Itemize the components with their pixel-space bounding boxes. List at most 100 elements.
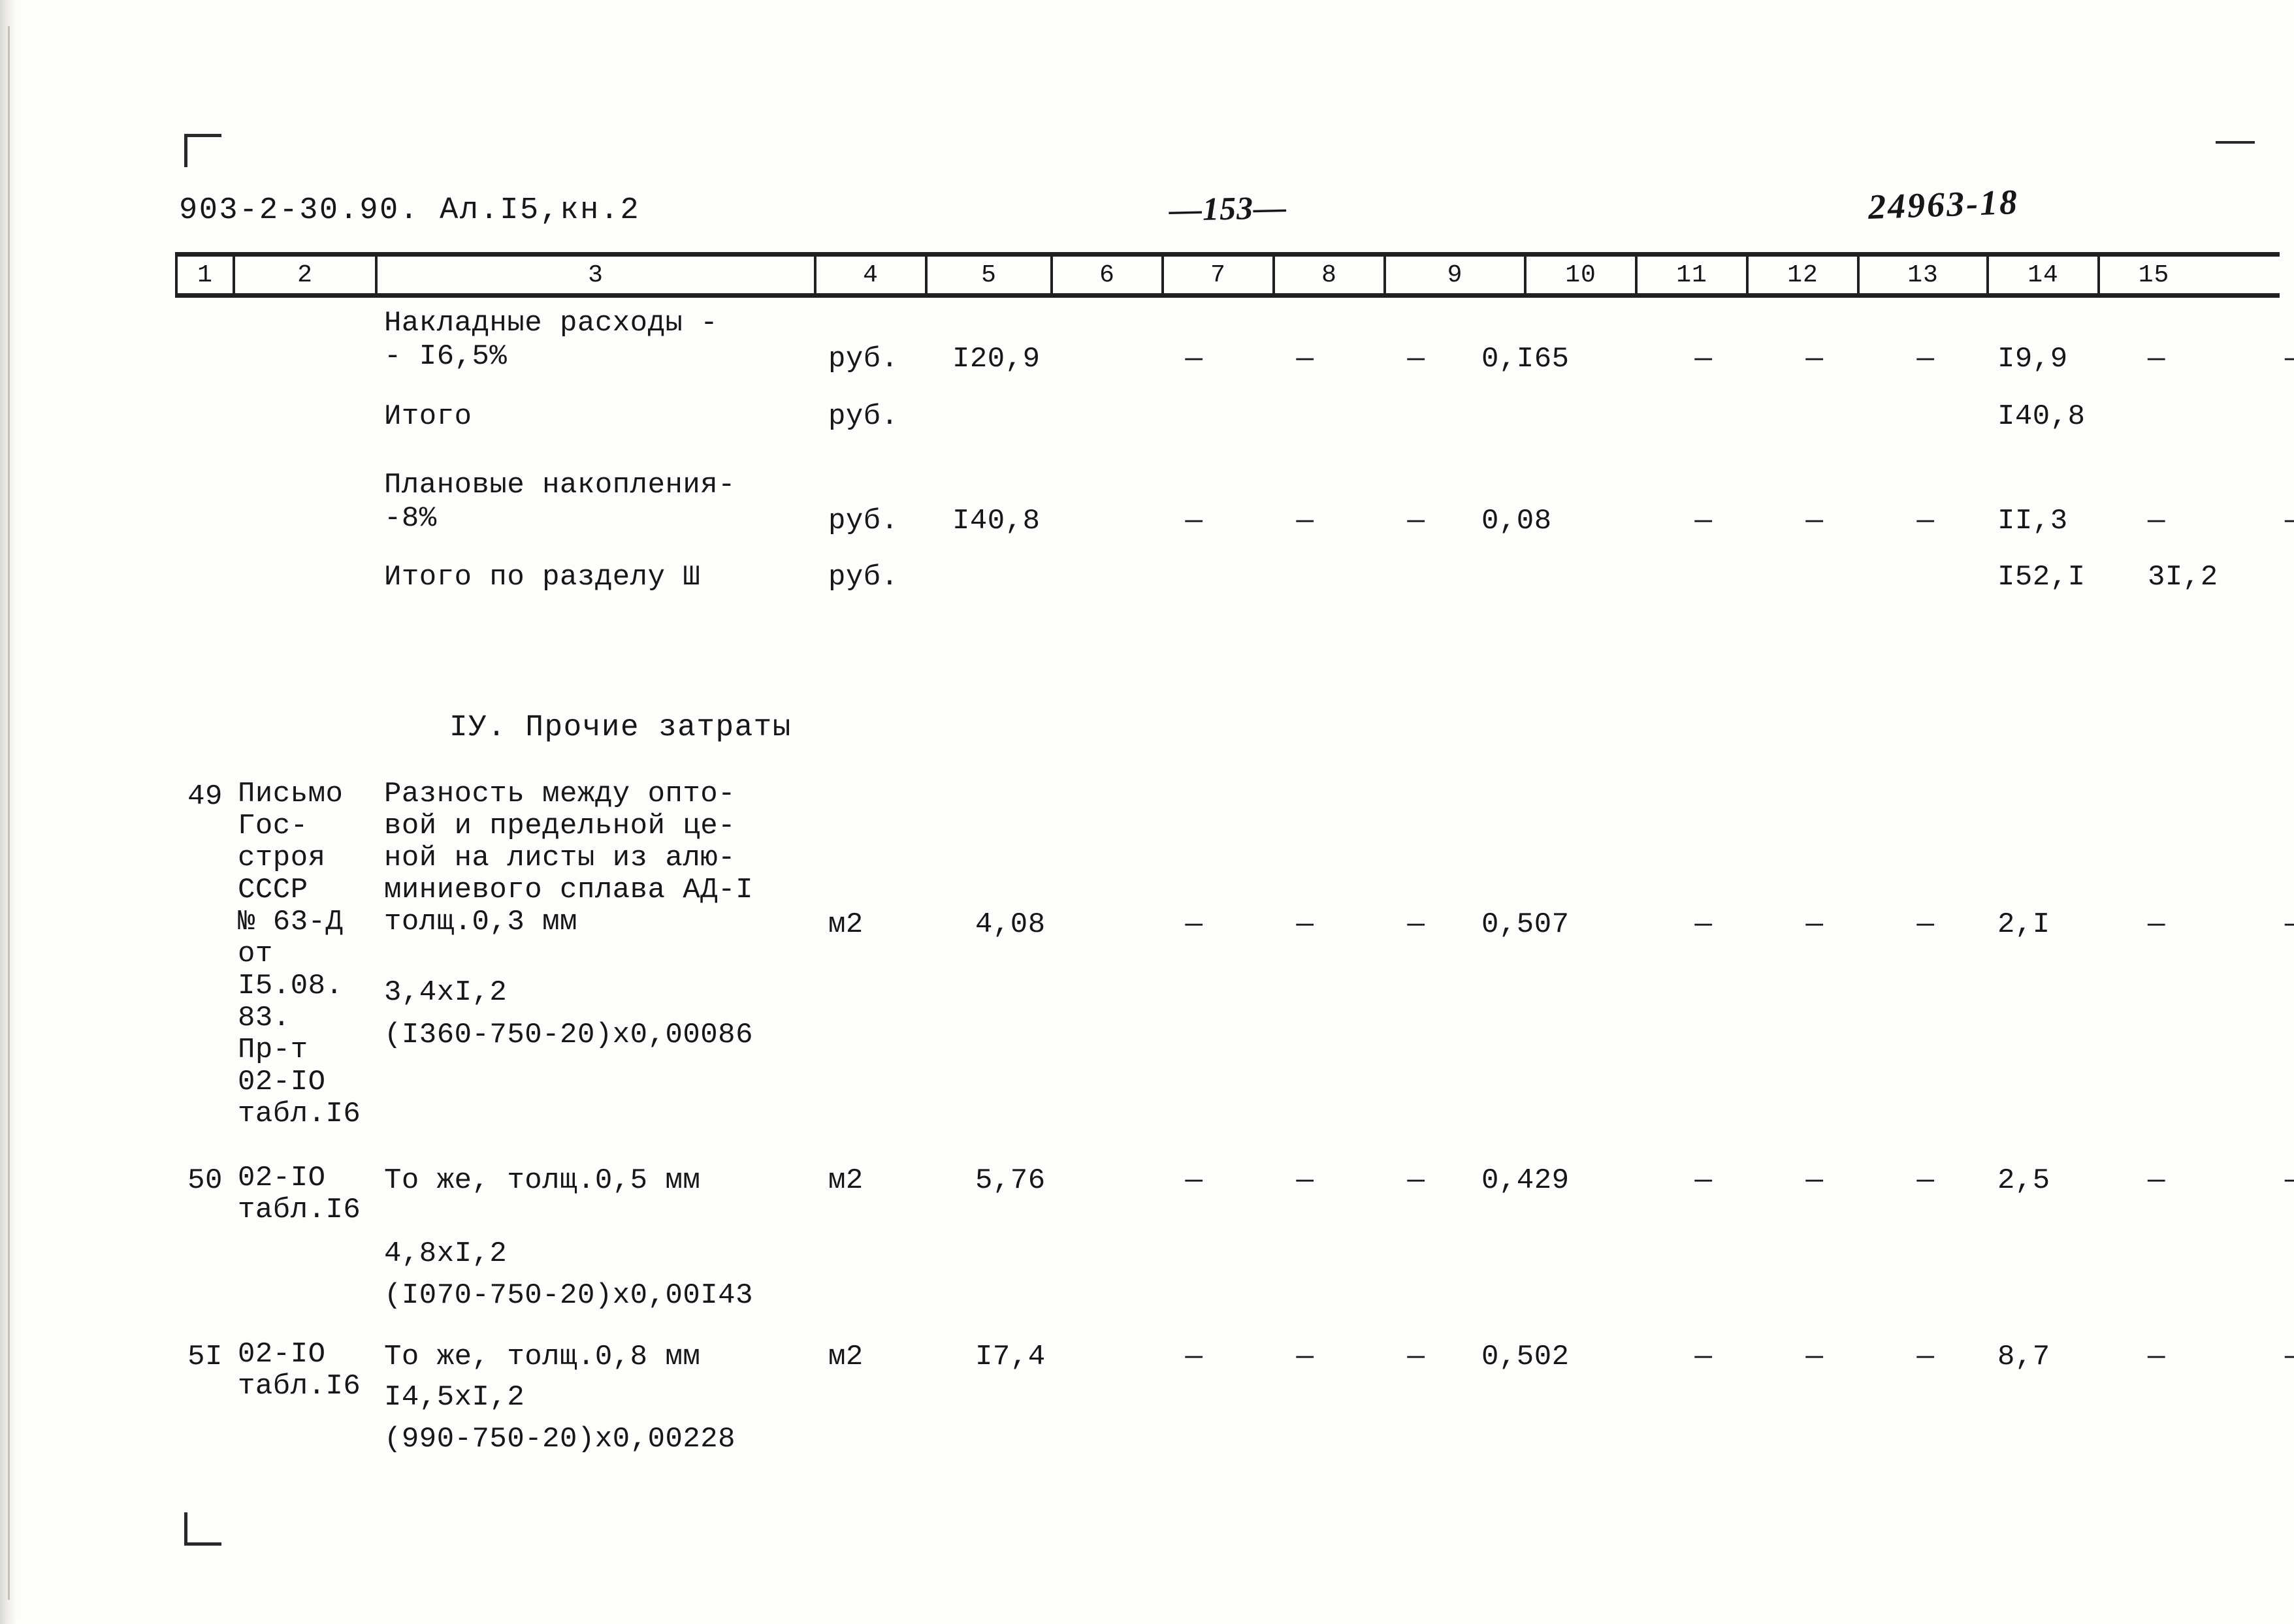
column-header-15: 15: [2138, 261, 2170, 289]
crop-mark-bottom-left: [184, 1512, 221, 1546]
cell-col9: 0,08: [1481, 505, 1552, 537]
cell-col10: —: [1694, 1164, 1713, 1197]
cell-col8: —: [1407, 1341, 1425, 1373]
document-page: 903-2-30.90. Ал.I5,кн.2 —153— 24963-18 1…: [0, 0, 2294, 1624]
column-header-11: 11: [1638, 257, 1749, 293]
column-header-10: 10: [1527, 257, 1638, 293]
cell-col6: —: [1185, 1164, 1203, 1197]
table-row: 49 Письмо Гос- строя СССР № 63-Д от I5.0…: [175, 778, 2294, 1162]
cell-col10: —: [1694, 505, 1713, 537]
column-header-2: 2: [235, 257, 378, 293]
cell-unit: руб.: [828, 343, 899, 375]
cell-col15: —: [2285, 503, 2294, 539]
cell-col14: —: [2148, 1164, 2165, 1197]
cell-col7: —: [1296, 1164, 1314, 1197]
cell-col13: I52,I: [1997, 561, 2086, 594]
cell-col14: —: [2148, 343, 2165, 375]
cell-calc-line-2: (990-750-20)x0,00228: [384, 1423, 736, 1456]
cell-col5: I7,4: [975, 1341, 1046, 1373]
cell-col15-fraction: 3,8 I,2: [2285, 556, 2294, 916]
cell-description: То же, толщ.0,5 мм: [384, 1164, 701, 1197]
table-body: Накладные расходы - - I6,5% руб. I20,9 —…: [175, 307, 2294, 1508]
cell-col13: I9,9: [1997, 343, 2068, 375]
cell-reference: 02-IO табл.I6: [238, 1162, 361, 1226]
crop-mark-top-right: [2216, 141, 2255, 144]
cell-col15: —: [2285, 1162, 2294, 1199]
cell-description: Плановые накопления- -8%: [384, 469, 736, 535]
cell-col7: —: [1296, 343, 1314, 375]
section-heading: IУ. Прочие затраты: [449, 710, 792, 744]
cell-calc-line-1: 3,4xI,2: [384, 976, 508, 1009]
table-row: Итого по разделу Ш руб. I52,I 3I,2 3,8 I…: [175, 559, 2285, 677]
cell-col12: —: [1916, 1341, 1935, 1373]
cell-col8: —: [1407, 1164, 1425, 1197]
cell-col12: —: [1916, 343, 1935, 375]
cell-col5: I40,8: [952, 505, 1041, 537]
column-header-3: 3: [378, 257, 816, 293]
cell-col14: —: [2148, 1341, 2165, 1373]
cell-unit: руб.: [828, 561, 899, 594]
cell-col8: —: [1407, 908, 1425, 941]
cell-description: То же, толщ.0,8 мм: [384, 1341, 701, 1373]
cell-col6: —: [1185, 505, 1203, 537]
cell-col15: —: [2285, 906, 2294, 943]
table-row: Накладные расходы - - I6,5% руб. I20,9 —…: [175, 307, 2294, 398]
cell-calc-line-2: (I070-750-20)x0,00I43: [384, 1279, 753, 1312]
cell-unit: м2: [828, 1164, 864, 1197]
cell-col6: —: [1185, 908, 1203, 941]
column-header-6: 6: [1053, 257, 1164, 293]
cell-description: Итого по разделу Ш: [384, 561, 701, 594]
cell-unit: м2: [828, 908, 864, 941]
cell-item-number: 50: [187, 1164, 223, 1197]
crop-mark-top-left: [184, 134, 221, 167]
cell-calc-line-1: I4,5xI,2: [384, 1381, 525, 1414]
document-header: 903-2-30.90. Ал.I5,кн.2 —153— 24963-18: [0, 182, 2294, 232]
cell-unit: м2: [828, 1341, 864, 1373]
cell-unit: руб.: [828, 505, 899, 537]
cell-col8: —: [1407, 343, 1425, 375]
cell-item-number: 5I: [187, 1341, 223, 1373]
cell-col13: 2,I: [1997, 908, 2050, 941]
cell-col10: —: [1694, 343, 1713, 375]
column-header-13: 13: [1860, 257, 1989, 293]
document-code: 903-2-30.90. Ал.I5,кн.2: [179, 193, 641, 228]
cell-col9: 0,I65: [1481, 343, 1570, 375]
cell-col12: —: [1916, 908, 1935, 941]
cell-col8: —: [1407, 505, 1425, 537]
cell-col12: —: [1916, 505, 1935, 537]
column-header-4: 4: [816, 257, 928, 293]
cell-col5: 4,08: [975, 908, 1046, 941]
section-heading-row: IУ. Прочие затраты: [175, 677, 2285, 778]
cell-col9: 0,507: [1481, 908, 1570, 941]
cell-description: Итого: [384, 400, 472, 433]
cell-col13: 8,7: [1997, 1341, 2050, 1373]
table-row: Плановые накопления- -8% руб. I40,8 — — …: [175, 469, 2294, 559]
cell-col13: I40,8: [1997, 400, 2086, 433]
cell-col15: —: [2285, 1339, 2294, 1375]
column-header-9: 9: [1386, 257, 1527, 293]
cell-item-number: 49: [187, 780, 223, 813]
cell-col11: —: [1805, 505, 1824, 537]
cell-col14: 3I,2: [2148, 561, 2218, 594]
cell-col5: I20,9: [952, 343, 1041, 375]
table-column-header-row: 1 2 3 4 5 6 7 8 9 10 11 12 13 14 15: [175, 252, 2280, 298]
cell-col10: —: [1694, 908, 1713, 941]
cell-col11: —: [1805, 343, 1824, 375]
cell-col9: 0,429: [1481, 1164, 1570, 1197]
table-row: Итого руб. I40,8: [175, 398, 2285, 469]
cell-reference: Письмо Гос- строя СССР № 63-Д от I5.08. …: [238, 778, 361, 1130]
cell-col13: 2,5: [1997, 1164, 2050, 1197]
page-number: —153—: [1169, 189, 1287, 228]
cell-col6: —: [1185, 1341, 1203, 1373]
column-header-1: 1: [175, 257, 235, 293]
column-header-12: 12: [1749, 257, 1860, 293]
cell-col10: —: [1694, 1341, 1713, 1373]
cell-reference: 02-IO табл.I6: [238, 1338, 361, 1403]
cell-col11: —: [1805, 1164, 1824, 1197]
column-header-5: 5: [928, 257, 1053, 293]
cell-col7: —: [1296, 505, 1314, 537]
cell-description: Разность между опто- вой и предельной це…: [384, 778, 753, 938]
table-row: 50 02-IO табл.I6 То же, толщ.0,5 мм 4,8x…: [175, 1162, 2294, 1339]
cell-calc-line-2: (I360-750-20)x0,00086: [384, 1019, 753, 1051]
cell-col6: —: [1185, 343, 1203, 375]
